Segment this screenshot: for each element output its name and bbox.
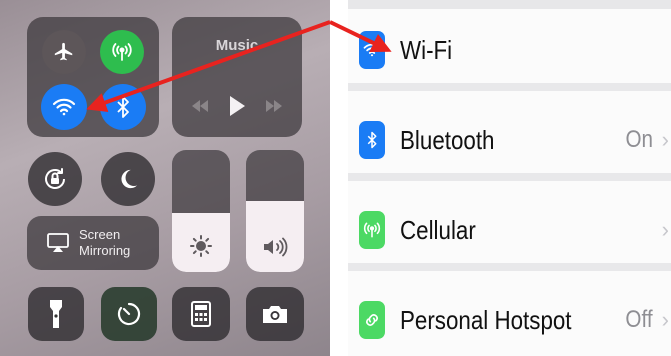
settings-row-wifi[interactable]: Wi-Fi <box>348 9 671 91</box>
do-not-disturb-toggle[interactable] <box>101 152 155 206</box>
rotation-lock-icon <box>45 168 65 189</box>
wifi-settings-icon-badge <box>359 31 385 69</box>
music-controls <box>172 95 302 117</box>
moon-icon <box>121 169 138 189</box>
cellular-row-label: Cellular <box>400 214 476 245</box>
personal-hotspot-row-label: Personal Hotspot <box>400 304 572 335</box>
control-center-panel: Music Screen Mirroring <box>0 0 330 356</box>
timer-icon <box>117 302 141 326</box>
settings-row-bluetooth[interactable]: Bluetooth On › <box>348 99 671 181</box>
calculator-button[interactable] <box>172 287 230 341</box>
brightness-slider[interactable] <box>172 150 230 272</box>
bluetooth-icon <box>117 96 129 118</box>
music-tile[interactable]: Music <box>172 17 302 137</box>
bluetooth-icon <box>367 131 377 149</box>
volume-icon <box>264 237 288 257</box>
wifi-icon <box>363 43 381 57</box>
cellular-settings-icon-badge <box>359 211 385 249</box>
settings-top-strip <box>348 0 671 9</box>
camera-icon <box>263 306 287 323</box>
wifi-toggle[interactable] <box>41 84 87 130</box>
rotation-lock-toggle[interactable] <box>28 152 82 206</box>
bluetooth-row-value: On <box>625 126 653 153</box>
row-separator <box>348 263 671 271</box>
row-separator <box>348 83 671 91</box>
camera-button[interactable] <box>246 287 304 341</box>
flashlight-button[interactable] <box>28 287 84 341</box>
previous-track-icon[interactable] <box>190 100 210 112</box>
airplay-icon <box>47 233 69 252</box>
play-icon[interactable] <box>228 95 246 117</box>
bluetooth-settings-icon-badge <box>359 121 385 159</box>
music-title: Music <box>215 37 259 54</box>
settings-panel: Wi-Fi Bluetooth On › Cellular › Personal… <box>348 0 671 356</box>
wifi-icon <box>52 98 76 116</box>
row-separator <box>348 173 671 181</box>
bluetooth-row-label: Bluetooth <box>400 124 495 155</box>
settings-row-cellular[interactable]: Cellular › <box>348 189 671 271</box>
cellular-icon <box>112 43 132 61</box>
screen-mirroring-label: Screen Mirroring <box>79 227 131 258</box>
settings-row-personal-hotspot[interactable]: Personal Hotspot Off › <box>348 279 671 356</box>
chevron-right-icon: › <box>661 307 669 332</box>
hotspot-icon <box>366 314 378 326</box>
calculator-icon <box>191 301 211 327</box>
timer-button[interactable] <box>101 287 157 341</box>
airplane-icon <box>54 42 73 61</box>
hotspot-settings-icon-badge <box>359 301 385 339</box>
chevron-right-icon: › <box>661 127 669 152</box>
sun-icon <box>190 235 212 257</box>
chevron-right-icon: › <box>661 217 669 242</box>
airplane-mode-toggle[interactable] <box>42 30 86 74</box>
volume-slider[interactable] <box>246 150 304 272</box>
screen-mirroring-button[interactable]: Screen Mirroring <box>27 216 159 270</box>
cellular-data-toggle[interactable] <box>100 30 144 74</box>
panel-divider <box>330 0 348 356</box>
wifi-row-label: Wi-Fi <box>400 34 453 65</box>
personal-hotspot-row-value: Off <box>625 306 653 333</box>
bluetooth-toggle[interactable] <box>100 84 146 130</box>
cellular-icon <box>363 222 381 238</box>
flashlight-icon <box>50 300 62 328</box>
next-track-icon[interactable] <box>264 100 284 112</box>
